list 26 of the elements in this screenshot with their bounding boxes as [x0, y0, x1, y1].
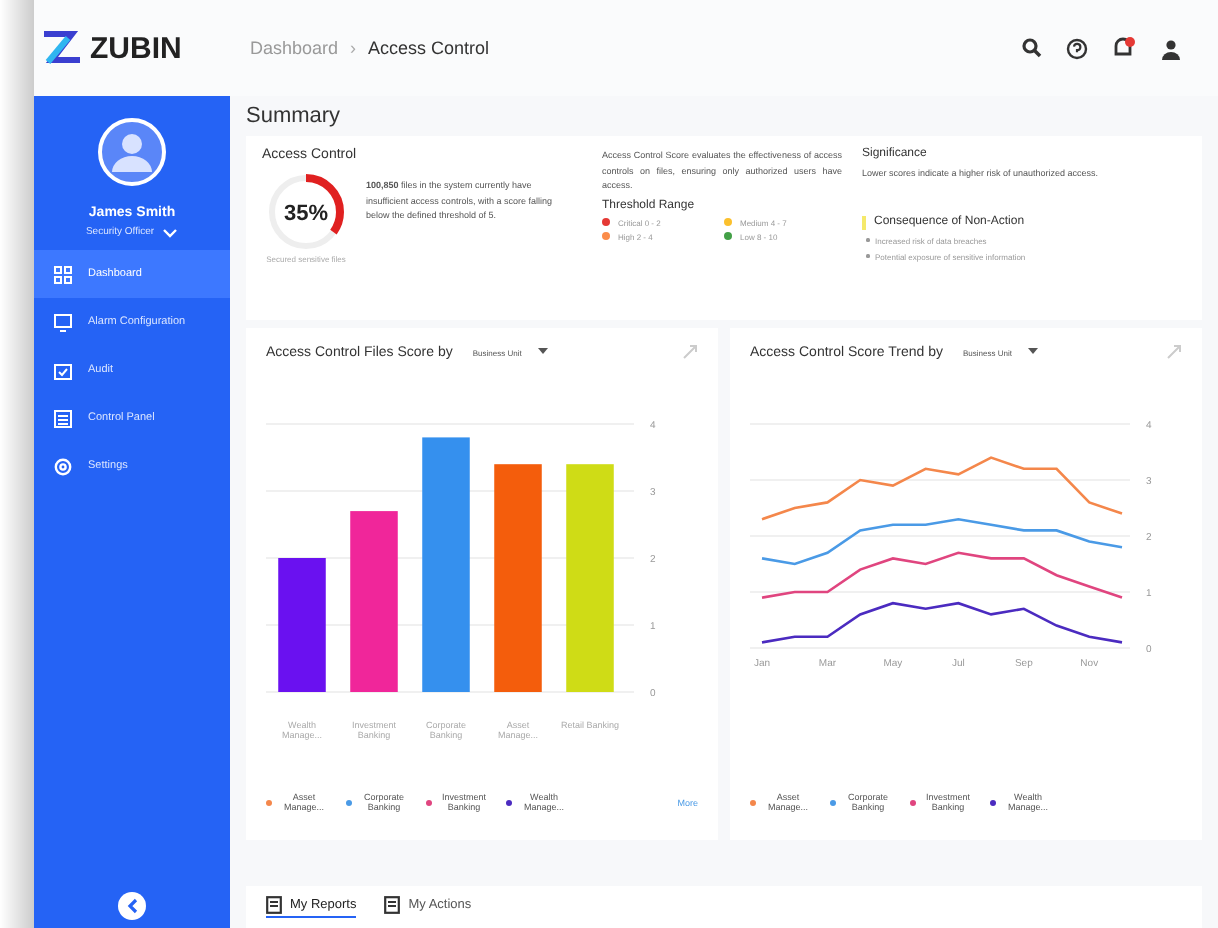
settings-icon	[54, 457, 72, 475]
user-icon[interactable]	[1160, 37, 1182, 59]
score-gauge: 35%	[264, 170, 348, 254]
marker-bar	[862, 215, 866, 230]
chevron-icon[interactable]	[162, 227, 179, 237]
breadcrumb-separator: ›	[350, 38, 357, 58]
notification-icon[interactable]	[1112, 36, 1136, 60]
breadcrumb-current: Access Control	[368, 38, 490, 58]
monitor-icon	[54, 313, 72, 331]
grid-icon	[54, 265, 72, 283]
caret-icon	[1027, 348, 1038, 356]
help-icon[interactable]	[1066, 37, 1088, 59]
search-icon[interactable]	[1022, 38, 1042, 58]
document-icon	[266, 896, 282, 914]
list-icon	[54, 409, 72, 427]
collapse-button[interactable]	[118, 892, 146, 920]
breadcrumb-link[interactable]: Dashboard	[250, 38, 339, 58]
caret-icon	[537, 348, 548, 356]
avatar-icon	[96, 116, 168, 188]
logo-icon	[40, 28, 84, 68]
chevron-left-icon	[126, 898, 138, 914]
document-icon	[384, 896, 401, 914]
bar	[278, 558, 326, 692]
calendar-check-icon	[54, 361, 72, 379]
section-title: Summary	[246, 104, 343, 128]
logo-text: ZUBIN	[90, 31, 182, 65]
